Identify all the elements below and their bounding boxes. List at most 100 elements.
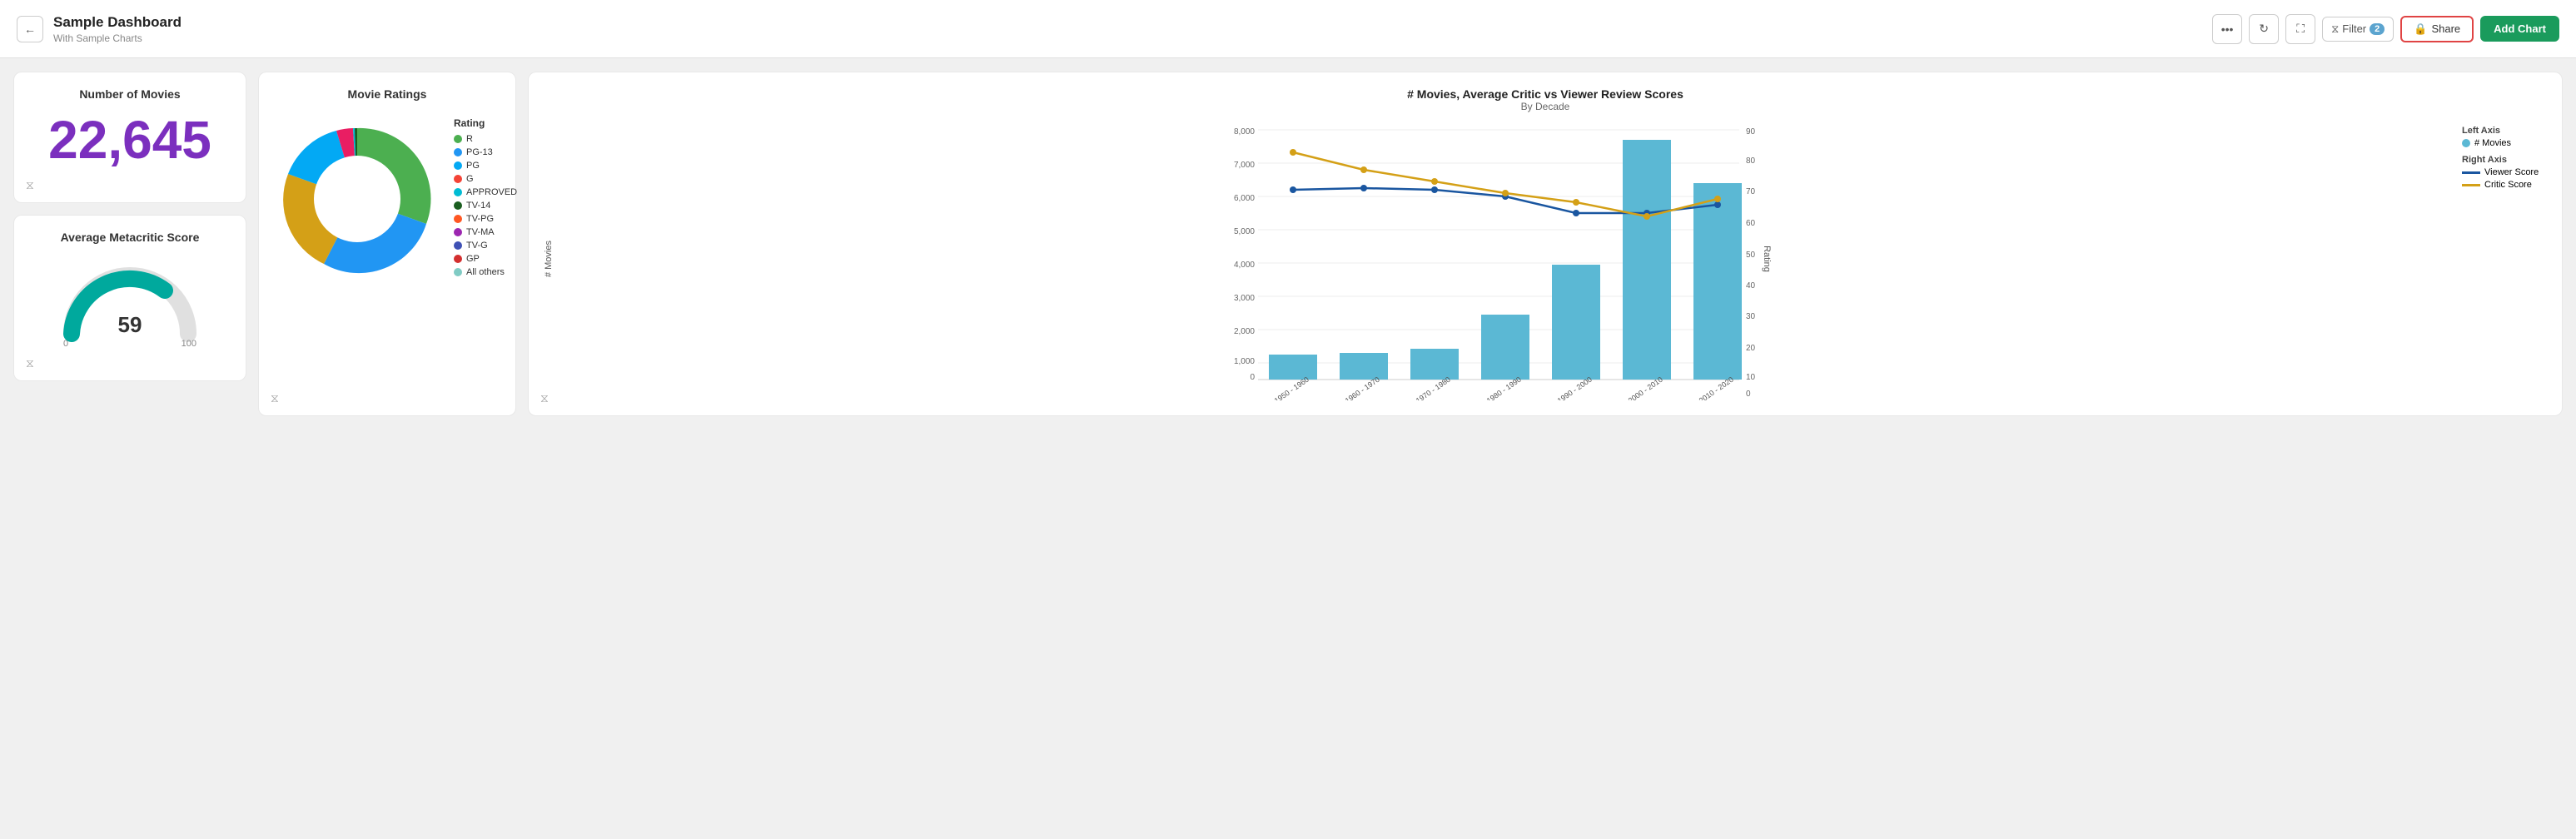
header-left: ← Sample Dashboard With Sample Charts [17, 14, 182, 44]
svg-text:6,000: 6,000 [1234, 194, 1255, 203]
dot-gp [454, 255, 462, 263]
bar-1960 [1340, 353, 1388, 380]
label-tv14: TV-14 [466, 201, 490, 211]
gauge-max: 100 [182, 339, 196, 349]
svg-text:8,000: 8,000 [1234, 127, 1255, 137]
dot-tv14 [454, 201, 462, 210]
ratings-filter-icon[interactable]: ⧖ [271, 391, 279, 405]
more-button[interactable]: ••• [2212, 14, 2242, 44]
label-tvma: TV-MA [466, 227, 495, 237]
filter-label: Filter [2342, 22, 2366, 35]
svg-text:80: 80 [1746, 156, 1756, 166]
svg-text:90: 90 [1746, 127, 1756, 137]
legend-item-approved: APPROVED [454, 187, 517, 197]
dot-tvg [454, 241, 462, 250]
svg-text:0: 0 [1746, 390, 1751, 399]
share-button[interactable]: 🔒 Share [2400, 16, 2474, 42]
svg-text:50: 50 [1746, 251, 1756, 260]
svg-text:10: 10 [1746, 373, 1756, 382]
movies-filter-icon[interactable]: ⧖ [26, 178, 34, 192]
share-label: Share [2431, 22, 2460, 35]
label-critic: Critic Score [2484, 180, 2532, 190]
movies-count-title: Number of Movies [29, 87, 231, 101]
circle-movies [2462, 139, 2470, 147]
right-column: # Movies, Average Critic vs Viewer Revie… [528, 72, 2563, 416]
header: ← Sample Dashboard With Sample Charts ••… [0, 0, 2576, 58]
legend-item-pg: PG [454, 161, 517, 171]
legend-item-g: G [454, 174, 517, 184]
bar-1980 [1481, 315, 1529, 380]
label-pg13: PG-13 [466, 147, 493, 157]
metacritic-card: Average Metacritic Score 59 0 100 ⧖ [13, 215, 246, 381]
svg-text:70: 70 [1746, 187, 1756, 196]
dashboard-title: Sample Dashboard [53, 14, 182, 31]
svg-text:20: 20 [1746, 344, 1756, 353]
label-others: All others [466, 267, 505, 277]
bar-1950 [1269, 355, 1317, 380]
svg-text:59: 59 [118, 312, 142, 337]
combo-filter-icon[interactable]: ⧖ [540, 391, 549, 405]
critic-dot-3 [1431, 178, 1438, 185]
add-chart-button[interactable]: Add Chart [2480, 16, 2559, 42]
left-y-axis-label: # Movies [544, 241, 554, 277]
legend-movies: # Movies [2462, 138, 2547, 148]
back-button[interactable]: ← [17, 16, 43, 42]
filter-button[interactable]: ⧖ Filter 2 [2322, 17, 2394, 42]
label-g: G [466, 174, 474, 184]
svg-text:5,000: 5,000 [1234, 227, 1255, 236]
viewer-dot-5 [1573, 210, 1579, 216]
gauge-labels: 0 100 [63, 339, 196, 349]
dot-tvpg [454, 215, 462, 223]
svg-text:40: 40 [1746, 281, 1756, 290]
legend-item-pg13: PG-13 [454, 147, 517, 157]
bar-1990 [1552, 265, 1600, 380]
donut-chart [274, 116, 440, 282]
gauge-container: 59 0 100 [29, 251, 231, 365]
svg-text:0: 0 [1250, 373, 1255, 382]
svg-text:30: 30 [1746, 312, 1756, 321]
legend-item-tvma: TV-MA [454, 227, 517, 237]
fullscreen-button[interactable]: ⛶ [2285, 14, 2315, 44]
filter-icon: ⧖ [2331, 22, 2339, 36]
legend-critic: Critic Score [2462, 180, 2547, 190]
donut-area: Rating R PG-13 PG G [274, 107, 500, 290]
refresh-button[interactable]: ↻ [2249, 14, 2279, 44]
ratings-legend: Rating R PG-13 PG G [454, 117, 517, 280]
viewer-dot-7 [1714, 201, 1721, 208]
dot-g [454, 175, 462, 183]
legend-item-tvg: TV-G [454, 241, 517, 251]
bar-2000 [1623, 140, 1671, 380]
filter-count: 2 [2370, 23, 2385, 35]
dot-approved [454, 188, 462, 196]
metacritic-filter-icon[interactable]: ⧖ [26, 356, 34, 370]
legend-viewer: Viewer Score [2462, 167, 2547, 177]
legend-item-others: All others [454, 267, 517, 277]
line-viewer [2462, 171, 2480, 174]
movies-count-card: Number of Movies 22,645 ⧖ [13, 72, 246, 203]
label-approved: APPROVED [466, 187, 517, 197]
movies-count-value: 22,645 [29, 109, 231, 171]
critic-dot-7 [1714, 196, 1721, 202]
svg-text:60: 60 [1746, 219, 1756, 228]
ratings-card: Movie Ratings [258, 72, 516, 416]
legend-title: Rating [454, 117, 517, 129]
legend-item-gp: GP [454, 254, 517, 264]
critic-dot-6 [1644, 213, 1650, 220]
left-axis-legend-title: Left Axis [2462, 126, 2547, 136]
svg-text:Rating: Rating [1762, 246, 1772, 272]
lock-icon: 🔒 [2414, 22, 2427, 36]
viewer-dot-3 [1431, 186, 1438, 193]
header-right: ••• ↻ ⛶ ⧖ Filter 2 🔒 Share Add Chart [2212, 14, 2559, 44]
label-viewer: Viewer Score [2484, 167, 2539, 177]
header-title-block: Sample Dashboard With Sample Charts [53, 14, 182, 44]
combo-chart-legend: Left Axis # Movies Right Axis Viewer Sco… [2455, 117, 2547, 192]
combo-chart-subtitle: By Decade [544, 101, 2547, 112]
critic-dot-5 [1573, 199, 1579, 206]
line-critic [2462, 184, 2480, 186]
dot-pg13 [454, 148, 462, 156]
dot-r [454, 135, 462, 143]
gauge-chart: 59 [55, 259, 205, 342]
ratings-title: Movie Ratings [274, 87, 500, 101]
critic-dot-4 [1502, 190, 1509, 196]
bar-2010 [1693, 183, 1742, 380]
